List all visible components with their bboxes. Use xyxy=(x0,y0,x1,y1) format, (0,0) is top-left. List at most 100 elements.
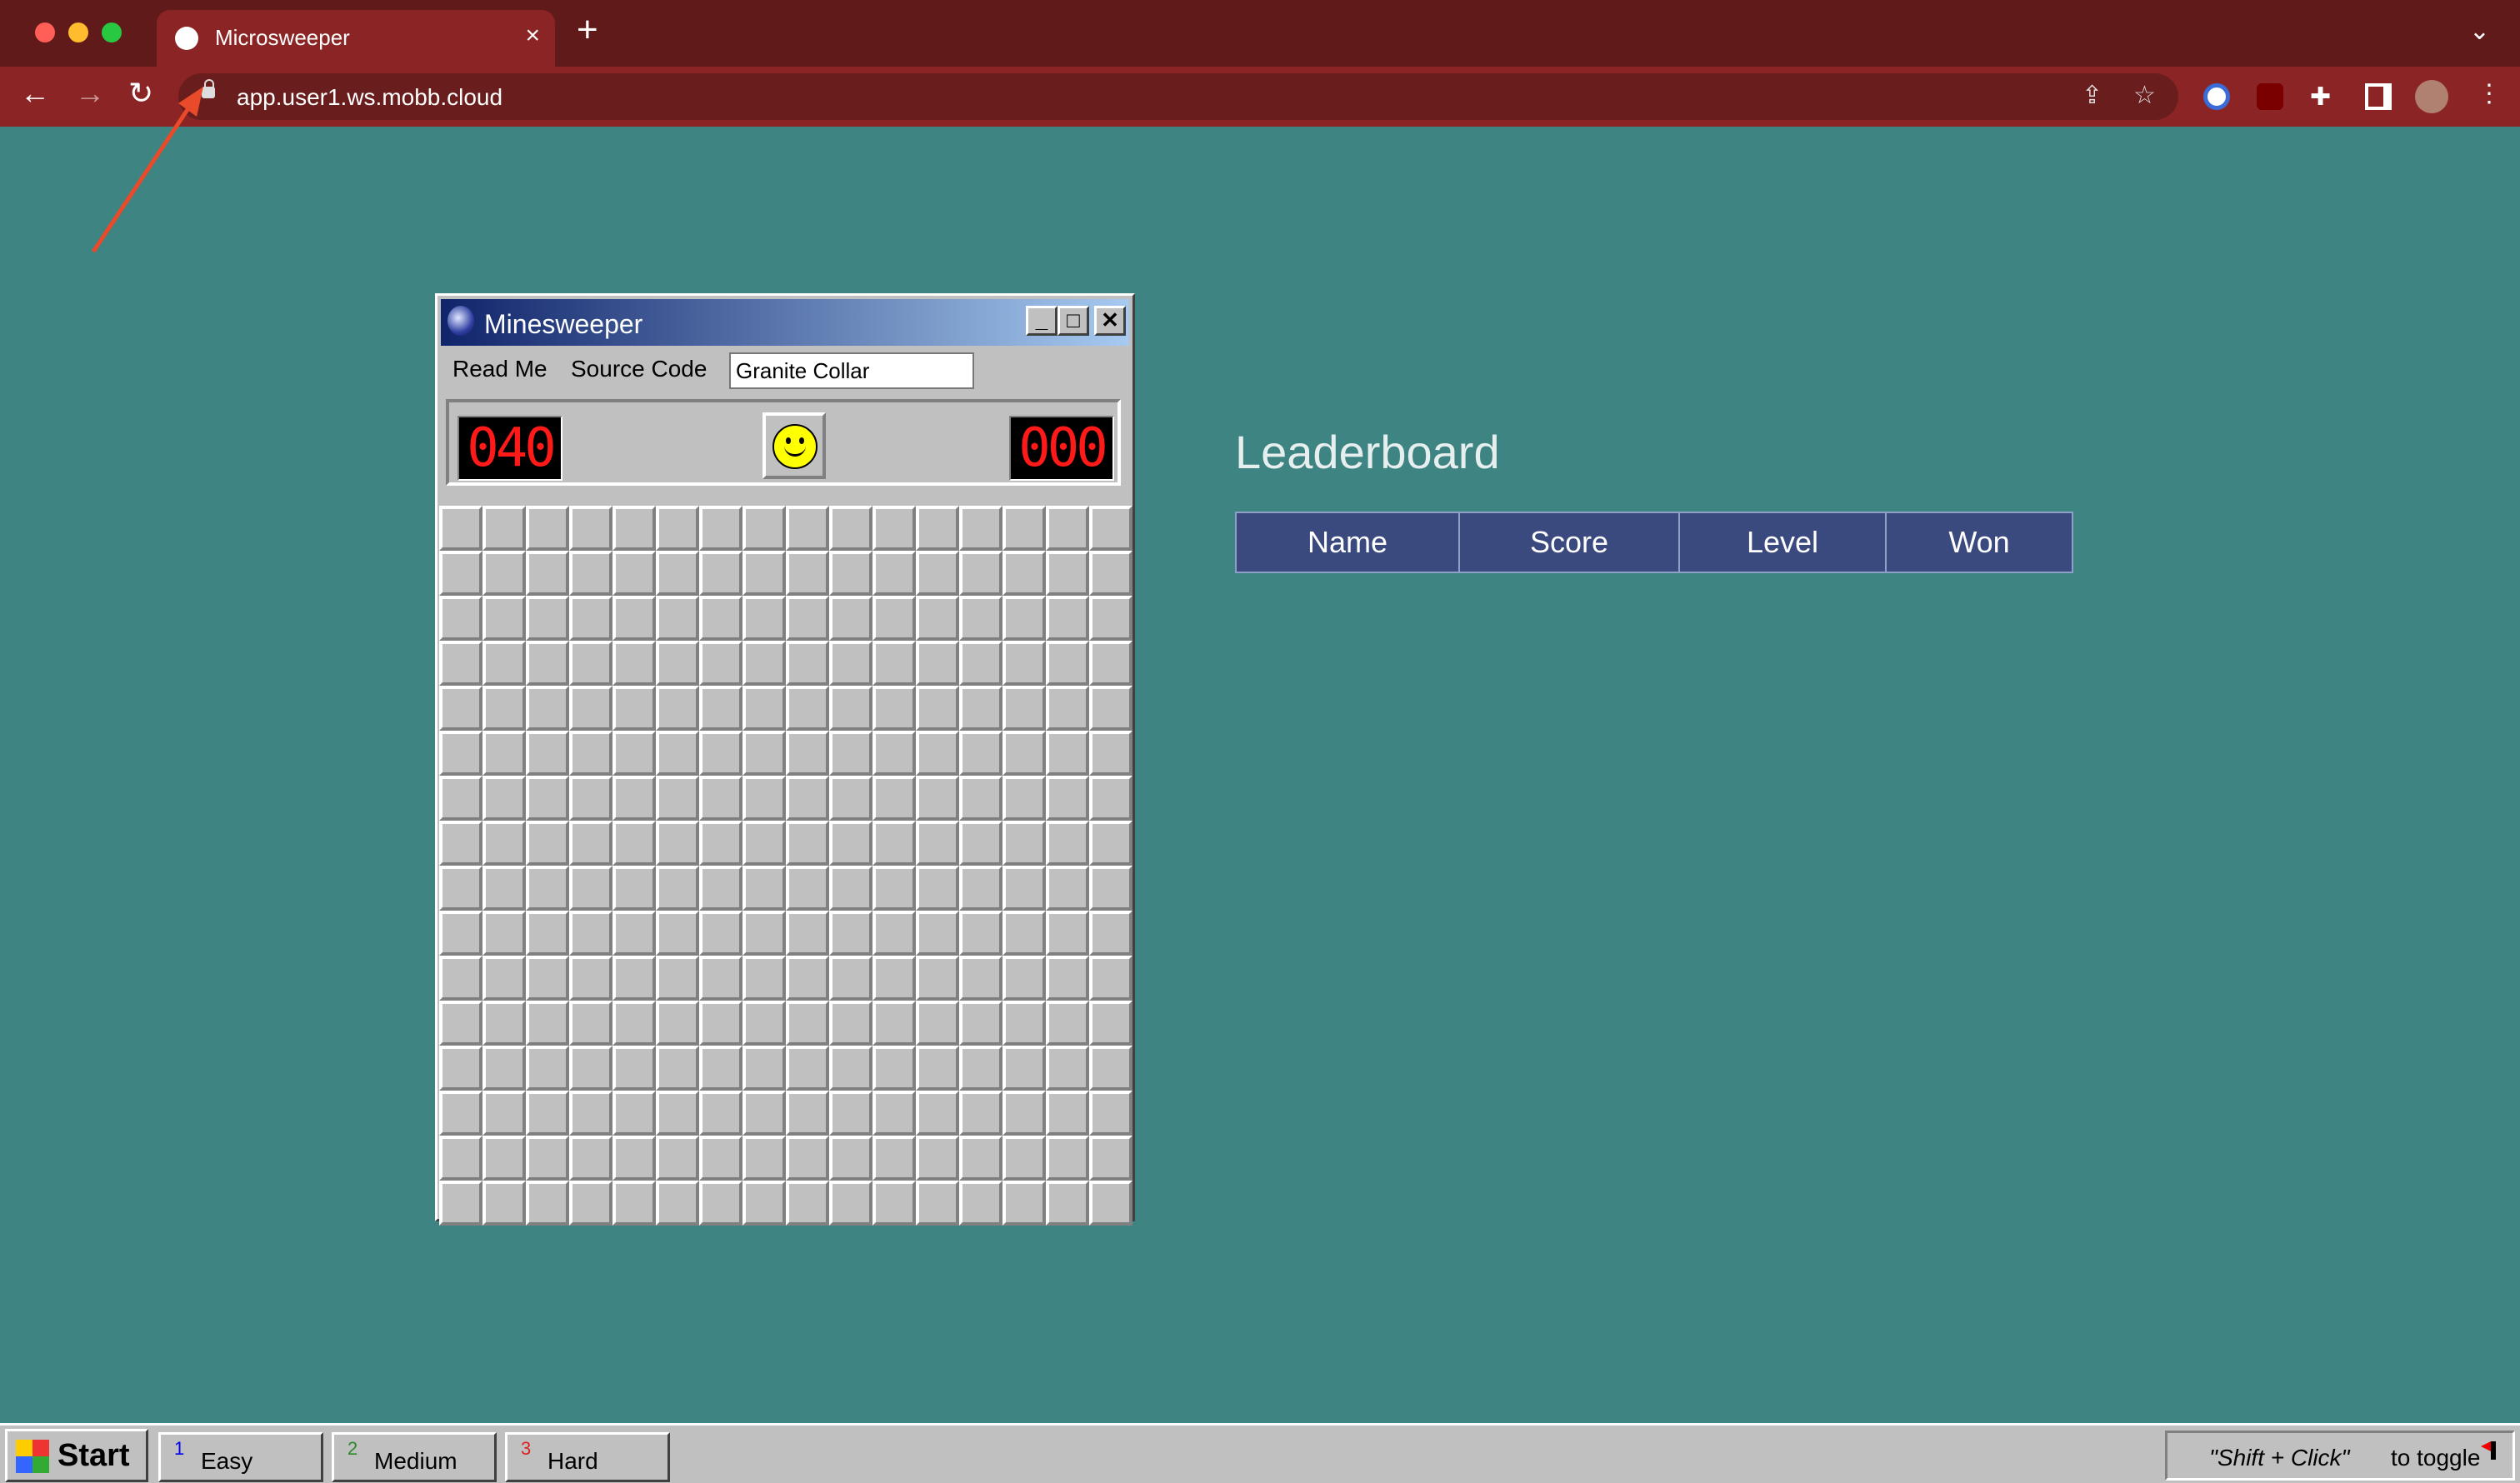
mine-cell[interactable] xyxy=(569,911,612,956)
mine-cell[interactable] xyxy=(439,866,482,911)
mine-cell[interactable] xyxy=(612,1046,656,1091)
mine-cell[interactable] xyxy=(526,1091,569,1136)
mine-cell[interactable] xyxy=(526,686,569,731)
mine-cell[interactable] xyxy=(482,956,526,1001)
mine-cell[interactable] xyxy=(656,641,699,686)
mine-cell[interactable] xyxy=(1002,1001,1046,1046)
mine-cell[interactable] xyxy=(569,686,612,731)
mine-cell[interactable] xyxy=(699,551,742,596)
mine-cell[interactable] xyxy=(959,1001,1002,1046)
mine-cell[interactable] xyxy=(612,911,656,956)
mine-cell[interactable] xyxy=(569,821,612,866)
mine-cell[interactable] xyxy=(872,911,916,956)
mine-cell[interactable] xyxy=(829,1046,872,1091)
mine-cell[interactable] xyxy=(959,551,1002,596)
mine-cell[interactable] xyxy=(439,956,482,1001)
mine-cell[interactable] xyxy=(569,641,612,686)
mine-cell[interactable] xyxy=(872,956,916,1001)
mine-cell[interactable] xyxy=(482,776,526,821)
mine-cell[interactable] xyxy=(699,596,742,641)
start-button[interactable]: Start xyxy=(5,1429,148,1482)
mine-cell[interactable] xyxy=(829,1136,872,1181)
mine-cell[interactable] xyxy=(526,956,569,1001)
mine-cell[interactable] xyxy=(786,911,829,956)
mine-cell[interactable] xyxy=(959,776,1002,821)
mine-cell[interactable] xyxy=(699,1091,742,1136)
mine-cell[interactable] xyxy=(1089,821,1132,866)
mine-cell[interactable] xyxy=(482,911,526,956)
mine-cell[interactable] xyxy=(439,1181,482,1226)
mine-cell[interactable] xyxy=(569,731,612,776)
mine-cell[interactable] xyxy=(699,911,742,956)
mine-cell[interactable] xyxy=(742,956,786,1001)
mine-cell[interactable] xyxy=(482,506,526,551)
mine-cell[interactable] xyxy=(916,596,959,641)
mine-cell[interactable] xyxy=(612,1181,656,1226)
mine-cell[interactable] xyxy=(1046,641,1089,686)
mine-cell[interactable] xyxy=(439,911,482,956)
mine-cell[interactable] xyxy=(526,1046,569,1091)
mine-cell[interactable] xyxy=(916,1001,959,1046)
mine-cell[interactable] xyxy=(1046,1181,1089,1226)
mine-cell[interactable] xyxy=(526,911,569,956)
mine-cell[interactable] xyxy=(439,1136,482,1181)
mine-cell[interactable] xyxy=(612,956,656,1001)
mine-cell[interactable] xyxy=(1089,551,1132,596)
mine-cell[interactable] xyxy=(699,821,742,866)
flag-toggle-tray[interactable]: "Shift + Click" to toggle xyxy=(2165,1431,2515,1481)
mine-cell[interactable] xyxy=(829,866,872,911)
mine-cell[interactable] xyxy=(872,1136,916,1181)
mine-cell[interactable] xyxy=(1002,776,1046,821)
mine-cell[interactable] xyxy=(1002,731,1046,776)
mine-cell[interactable] xyxy=(482,821,526,866)
mine-cell[interactable] xyxy=(1002,821,1046,866)
mine-cell[interactable] xyxy=(656,866,699,911)
mine-cell[interactable] xyxy=(829,596,872,641)
mine-cell[interactable] xyxy=(872,506,916,551)
mine-cell[interactable] xyxy=(829,1091,872,1136)
mine-cell[interactable] xyxy=(1089,911,1132,956)
mine-cell[interactable] xyxy=(959,1181,1002,1226)
mine-cell[interactable] xyxy=(742,506,786,551)
mine-cell[interactable] xyxy=(439,596,482,641)
mine-cell[interactable] xyxy=(612,821,656,866)
mine-cell[interactable] xyxy=(439,551,482,596)
mine-cell[interactable] xyxy=(829,776,872,821)
mine-cell[interactable] xyxy=(742,821,786,866)
level-hard-button[interactable]: 3 Hard xyxy=(505,1432,670,1482)
mine-cell[interactable] xyxy=(1089,776,1132,821)
mine-cell[interactable] xyxy=(872,1091,916,1136)
mine-cell[interactable] xyxy=(1046,1001,1089,1046)
mine-cell[interactable] xyxy=(656,956,699,1001)
mine-cell[interactable] xyxy=(569,506,612,551)
mine-cell[interactable] xyxy=(1046,776,1089,821)
mine-cell[interactable] xyxy=(569,1046,612,1091)
mine-cell[interactable] xyxy=(656,911,699,956)
mine-cell[interactable] xyxy=(959,956,1002,1001)
mine-cell[interactable] xyxy=(1089,596,1132,641)
mine-cell[interactable] xyxy=(959,821,1002,866)
mine-cell[interactable] xyxy=(1089,1001,1132,1046)
mine-cell[interactable] xyxy=(742,1136,786,1181)
mine-cell[interactable] xyxy=(656,1091,699,1136)
mine-cell[interactable] xyxy=(786,1181,829,1226)
mine-cell[interactable] xyxy=(1089,1136,1132,1181)
mine-cell[interactable] xyxy=(872,1046,916,1091)
mine-cell[interactable] xyxy=(569,1091,612,1136)
mine-cell[interactable] xyxy=(656,596,699,641)
mine-cell[interactable] xyxy=(656,1181,699,1226)
mine-cell[interactable] xyxy=(829,731,872,776)
mine-cell[interactable] xyxy=(526,776,569,821)
mine-cell[interactable] xyxy=(439,506,482,551)
mine-cell[interactable] xyxy=(439,641,482,686)
mine-cell[interactable] xyxy=(1002,911,1046,956)
mine-cell[interactable] xyxy=(439,776,482,821)
mine-cell[interactable] xyxy=(526,506,569,551)
mine-cell[interactable] xyxy=(916,731,959,776)
mine-cell[interactable] xyxy=(1046,1136,1089,1181)
mine-cell[interactable] xyxy=(916,956,959,1001)
mine-cell[interactable] xyxy=(1089,956,1132,1001)
mine-cell[interactable] xyxy=(569,776,612,821)
mine-cell[interactable] xyxy=(1046,731,1089,776)
player-name-input[interactable] xyxy=(729,352,974,389)
